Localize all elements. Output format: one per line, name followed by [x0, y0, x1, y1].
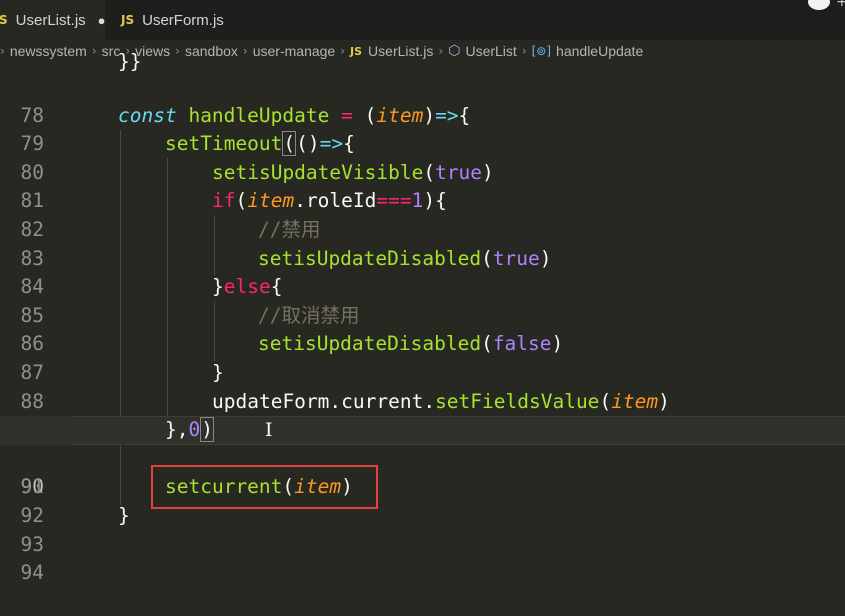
code-line: 94	[0, 531, 845, 584]
code-line: 78	[0, 73, 845, 127]
line-number: 94	[20, 561, 44, 585]
tab-bar: S UserList.js ● JS UserForm.js +	[0, 0, 845, 40]
js-file-icon: JS	[121, 13, 135, 27]
code-line: 88 }	[0, 359, 845, 413]
code-line: 80 setTimeout(()=>{	[0, 130, 845, 184]
js-file-icon: S	[0, 13, 8, 27]
code-line: 83 //禁用	[0, 216, 845, 270]
code-line: 82 if(item.roleId===1){	[0, 187, 845, 241]
code-editor[interactable]: }} 78 79 const handleUpdate = (item)=>{ …	[0, 50, 845, 584]
code-line: 92 setcurrent(item)	[0, 473, 845, 527]
code-line: 89 updateForm.current.setFieldsValue(ite…	[0, 388, 845, 442]
code-line: 87 setisUpdateDisabled(false)	[0, 330, 845, 384]
text-cursor-icon: I	[265, 419, 273, 442]
tab-userlist[interactable]: S UserList.js ●	[0, 0, 106, 40]
code-line: 84 setisUpdateDisabled(true)	[0, 245, 845, 299]
annotation-highlight-box	[151, 465, 378, 509]
code-line: 81 setisUpdateVisible(true)	[0, 159, 845, 213]
avatar[interactable]	[808, 0, 830, 10]
current-code-line: 90 },0) I	[0, 416, 845, 498]
code-line: 86 //取消禁用	[0, 302, 845, 356]
code-line: 85 }else{	[0, 273, 845, 327]
code-line: 93 }	[0, 502, 845, 556]
tab-label: UserForm.js	[142, 11, 224, 29]
plus-icon[interactable]: +	[836, 0, 845, 10]
code-line: 91	[0, 445, 845, 498]
tab-label: UserList.js	[15, 11, 86, 29]
tab-userform[interactable]: JS UserForm.js	[105, 0, 256, 40]
code-line: 79 const handleUpdate = (item)=>{	[0, 102, 845, 156]
